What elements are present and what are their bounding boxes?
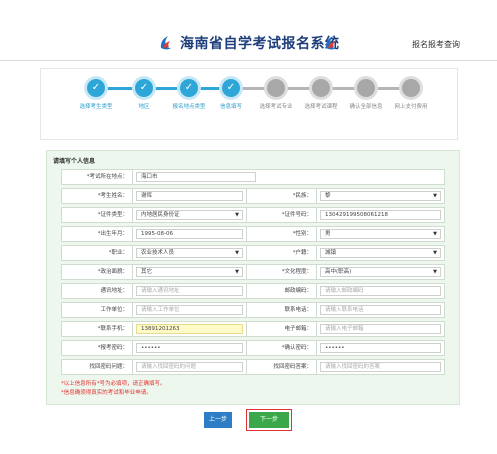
chevron-down-icon: ▼ — [235, 269, 239, 275]
field-cell: 130429199508061218 — [316, 207, 445, 223]
check-icon: ✓ — [87, 79, 105, 97]
progress-steps: ✓ 选择考生类型 ✓ 地区 ✓ 报名地点类型 ✓ 信息填写 选择考试专业 选择考… — [40, 68, 458, 140]
hukou-select[interactable]: 城镇 ▼ — [320, 248, 441, 258]
field-label: *民族： — [246, 188, 317, 204]
id-type-select[interactable]: 内地居民身份证 ▼ — [136, 210, 243, 220]
hainan-emblem-icon — [160, 36, 171, 50]
next-button[interactable]: 下一步 — [246, 409, 292, 431]
field-cell: 请输入电子邮箱 — [316, 321, 445, 337]
field-cell: 农业技术人员 ▼ — [132, 245, 247, 261]
field-cell: 谢晖 — [132, 188, 247, 204]
field-cell: 请输入邮政编码 — [316, 283, 445, 299]
chevron-down-icon: ▼ — [433, 250, 437, 256]
step-label: 网上支付费用 — [394, 104, 428, 110]
chevron-down-icon: ▼ — [433, 231, 437, 237]
field-label: *证件类型： — [61, 207, 133, 223]
field-cell: 高中(职高) ▼ — [316, 264, 445, 280]
chevron-down-icon: ▼ — [235, 212, 239, 218]
header: 海南省自学考试报名系统 报名报考查询 — [0, 0, 497, 61]
step-dot-icon — [357, 79, 375, 97]
field-cell: •••••• — [132, 340, 247, 356]
field-cell: 请输入找回密码的答案 — [316, 359, 445, 375]
field-label: *确认密码： — [246, 340, 317, 356]
registration-query-link[interactable]: 报名报考查询 — [412, 39, 460, 50]
field-label: 联系电话： — [246, 302, 317, 318]
education-select[interactable]: 高中(职高) ▼ — [320, 267, 441, 277]
field-cell: 男 ▼ — [316, 226, 445, 242]
occupation-value: 农业技术人员 — [141, 250, 175, 256]
field-label: *考生姓名： — [61, 188, 133, 204]
security-question-input[interactable]: 请输入找回密码的问题 — [136, 362, 243, 372]
chevron-down-icon: ▼ — [433, 193, 437, 199]
field-cell: 13891201263 — [132, 321, 247, 337]
field-label: *职业： — [61, 245, 133, 261]
field-cell: 其它 ▼ — [132, 264, 247, 280]
field-cell: 请输入工作单位 — [132, 302, 247, 318]
field-cell: 请输入通讯地址 — [132, 283, 247, 299]
id-number-input[interactable]: 130429199508061218 — [320, 210, 441, 220]
field-label: *联系手机： — [61, 321, 133, 337]
phone-input[interactable]: 请输入联系电话 — [320, 305, 441, 315]
info-notice: *信息确须得真实的考试和毕业申请。 — [61, 390, 152, 396]
ethnicity-select[interactable]: 黎 ▼ — [320, 191, 441, 201]
security-answer-input[interactable]: 请输入找回密码的答案 — [320, 362, 441, 372]
field-label: 找回密码答案： — [246, 359, 317, 375]
field-label: 找回密码问题： — [61, 359, 133, 375]
mobile-input[interactable]: 13891201263 — [136, 324, 243, 334]
chevron-down-icon: ▼ — [433, 269, 437, 275]
email-input[interactable]: 请输入电子邮箱 — [320, 324, 441, 334]
field-label: *文化程度： — [246, 264, 317, 280]
political-select[interactable]: 其它 ▼ — [136, 267, 243, 277]
password-input[interactable]: •••••• — [136, 343, 243, 353]
field-cell: 黎 ▼ — [316, 188, 445, 204]
location-input[interactable]: 海口市 — [136, 172, 256, 182]
page-title: 海南省自学考试报名系统 — [180, 36, 340, 52]
personal-info-form: 请填写个人信息 *考试所在地点： 海口市 *考生姓名： 谢晖 *民族： 黎 ▼ *… — [46, 150, 460, 405]
education-value: 高中(职高) — [325, 269, 352, 275]
prev-button[interactable]: 上一步 — [204, 412, 232, 428]
chevron-down-icon: ▼ — [235, 250, 239, 256]
field-label: *户籍： — [246, 245, 317, 261]
field-cell: •••••• — [316, 340, 445, 356]
gender-select[interactable]: 男 ▼ — [320, 229, 441, 239]
field-label: *证件号码： — [246, 207, 317, 223]
birth-input[interactable]: 1995-08-06 — [136, 229, 243, 239]
id-type-value: 内地居民身份证 — [141, 212, 180, 218]
field-label: 电子邮箱： — [246, 321, 317, 337]
form-title: 请填写个人信息 — [53, 158, 96, 165]
field-label: *政治面貌： — [61, 264, 133, 280]
field-label: 通讯地址： — [61, 283, 133, 299]
field-label: *性别： — [246, 226, 317, 242]
field-cell: 内地居民身份证 ▼ — [132, 207, 247, 223]
field-label: *报考密码： — [61, 340, 133, 356]
field-label: 邮政编码： — [246, 283, 317, 299]
field-cell: 城镇 ▼ — [316, 245, 445, 261]
field-label: 工作单位： — [61, 302, 133, 318]
step-dot-icon — [267, 79, 285, 97]
political-value: 其它 — [141, 269, 153, 275]
hainan-emblem-icon — [325, 36, 336, 50]
field-cell: 海口市 — [132, 169, 445, 185]
ethnicity-value: 黎 — [325, 193, 331, 199]
field-label: *出生年月： — [61, 226, 133, 242]
field-label: *考试所在地点： — [61, 169, 133, 185]
hukou-value: 城镇 — [325, 250, 337, 256]
step-dot-icon — [402, 79, 420, 97]
name-input[interactable]: 谢晖 — [136, 191, 243, 201]
required-notice: *以上信息所有*号为必填项，请正确填写。 — [61, 381, 166, 387]
field-cell: 请输入找回密码的问题 — [132, 359, 247, 375]
address-input[interactable]: 请输入通讯地址 — [136, 286, 243, 296]
workplace-input[interactable]: 请输入工作单位 — [136, 305, 243, 315]
check-icon: ✓ — [135, 79, 153, 97]
confirm-password-input[interactable]: •••••• — [320, 343, 441, 353]
gender-value: 男 — [325, 231, 331, 237]
step-8: 网上支付费用 — [381, 79, 441, 110]
check-icon: ✓ — [222, 79, 240, 97]
field-cell: 请输入联系电话 — [316, 302, 445, 318]
postcode-input[interactable]: 请输入邮政编码 — [320, 286, 441, 296]
occupation-select[interactable]: 农业技术人员 ▼ — [136, 248, 243, 258]
step-dot-icon — [312, 79, 330, 97]
field-cell: 1995-08-06 — [132, 226, 247, 242]
check-icon: ✓ — [180, 79, 198, 97]
